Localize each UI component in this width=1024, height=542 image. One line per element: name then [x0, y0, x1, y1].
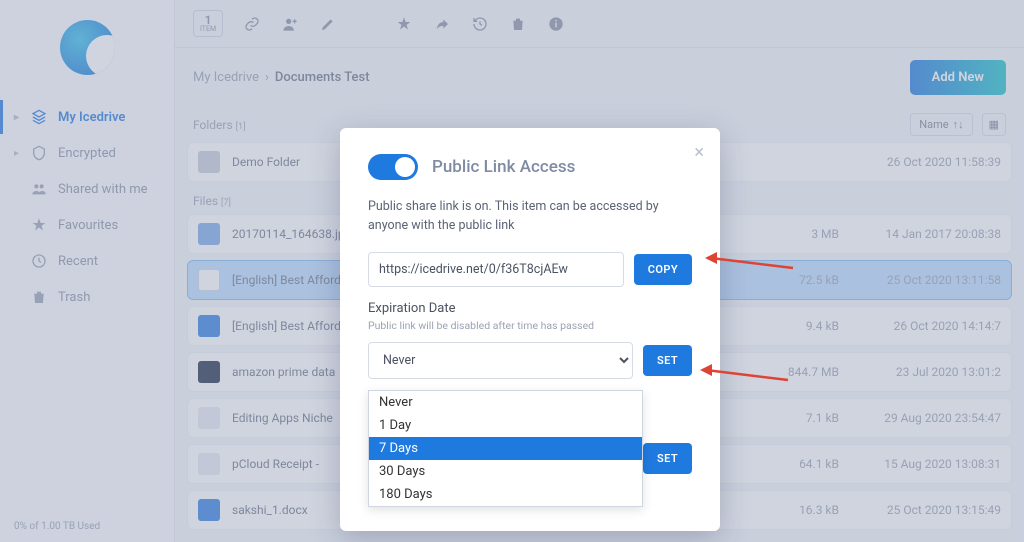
public-link-modal: × Public Link Access Public share link i…: [340, 128, 720, 531]
expiration-option[interactable]: 7 Days: [369, 437, 642, 460]
expiration-option[interactable]: 1 Day: [369, 414, 642, 437]
close-icon[interactable]: ×: [694, 142, 704, 163]
public-link-toggle[interactable]: [368, 154, 418, 180]
expiration-option[interactable]: Never: [369, 391, 642, 414]
expiration-select[interactable]: Never: [368, 342, 633, 379]
expiration-option[interactable]: 180 Days: [369, 483, 642, 506]
expiration-label: Expiration Date: [368, 301, 692, 316]
expiration-option[interactable]: 30 Days: [369, 460, 642, 483]
share-url-input[interactable]: [368, 252, 624, 287]
expiration-dropdown: Never1 Day7 Days30 Days180 Days: [368, 390, 643, 507]
copy-button[interactable]: COPY: [634, 254, 692, 285]
set-expiration-button[interactable]: SET: [643, 345, 692, 376]
modal-title: Public Link Access: [432, 157, 575, 177]
modal-description: Public share link is on. This item can b…: [368, 198, 692, 236]
expiration-hint: Public link will be disabled after time …: [368, 319, 692, 332]
set-password-button[interactable]: SET: [643, 443, 692, 474]
